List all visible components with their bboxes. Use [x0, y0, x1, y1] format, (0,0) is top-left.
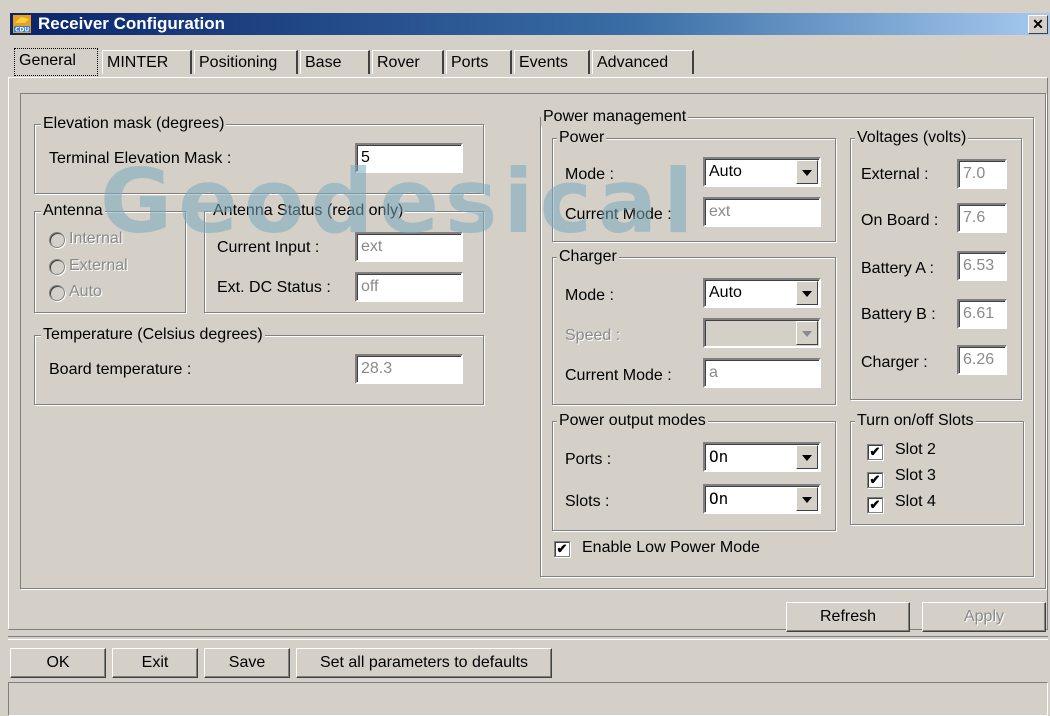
- antenna-internal-radio[interactable]: [49, 232, 65, 248]
- antenna-auto-label: Auto: [69, 283, 102, 300]
- separator: [8, 636, 1048, 640]
- power-group-label: Power: [557, 129, 607, 147]
- low-power-label: Enable Low Power Mode: [582, 539, 760, 556]
- voltage-external-label: External :: [861, 166, 929, 183]
- slots-group-label: Turn on/off Slots: [855, 412, 976, 430]
- chevron-down-icon[interactable]: [796, 281, 818, 305]
- temperature-group: Temperature (Celsius degrees) Board temp…: [34, 326, 484, 405]
- refresh-button[interactable]: Refresh: [786, 602, 910, 632]
- tab-ports[interactable]: Ports: [446, 50, 512, 74]
- slot-2-checkbox[interactable]: ✔: [867, 444, 883, 460]
- charger-speed-select[interactable]: [703, 318, 821, 348]
- charger-current-mode-field: a: [703, 358, 821, 388]
- power-management-label: Power management: [541, 108, 689, 126]
- ext-dc-status-field: off: [355, 272, 463, 302]
- tab-base[interactable]: Base: [300, 50, 370, 74]
- voltage-onboard-field: 7.6: [957, 203, 1007, 233]
- voltage-battery-a-field: 6.53: [957, 251, 1007, 281]
- voltage-external-field: 7.0: [957, 159, 1007, 189]
- exit-button[interactable]: Exit: [112, 648, 198, 678]
- elevation-group-label: Elevation mask (degrees): [41, 115, 227, 133]
- antenna-external-radio[interactable]: [49, 259, 65, 275]
- slots-label: Slots :: [565, 493, 610, 510]
- ports-select[interactable]: On: [703, 442, 821, 472]
- antenna-external-label: External: [69, 257, 128, 274]
- slots-value: On: [709, 489, 729, 508]
- power-mode-value: Auto: [709, 163, 742, 180]
- board-temperature-field: 28.3: [355, 354, 463, 384]
- low-power-checkbox[interactable]: ✔: [554, 541, 570, 557]
- tab-rover[interactable]: Rover: [372, 50, 444, 74]
- board-temperature-label: Board temperature :: [49, 361, 192, 378]
- slot-4-checkbox[interactable]: ✔: [867, 497, 883, 513]
- power-current-mode-field: ext: [703, 197, 821, 227]
- watermark-logo: Geodesical: [100, 150, 700, 253]
- antenna-group-label: Antenna: [41, 202, 105, 220]
- slots-select[interactable]: On: [703, 484, 821, 514]
- voltage-battery-b-field: 6.61: [957, 299, 1007, 329]
- chevron-down-icon[interactable]: [796, 321, 818, 345]
- slot-3-checkbox[interactable]: ✔: [867, 472, 883, 488]
- antenna-auto-radio[interactable]: [49, 285, 65, 301]
- charger-mode-select[interactable]: Auto: [703, 278, 821, 308]
- svg-text:CDU: CDU: [15, 27, 29, 34]
- slot-3-label: Slot 3: [895, 467, 936, 484]
- tab-minter[interactable]: MINTER: [102, 50, 192, 74]
- close-button[interactable]: ✕: [1028, 15, 1048, 34]
- defaults-button[interactable]: Set all parameters to defaults: [296, 648, 552, 678]
- power-mode-select[interactable]: Auto: [703, 157, 821, 187]
- voltage-charger-label: Charger :: [861, 354, 928, 371]
- voltages-group: Voltages (volts) External : 7.0 On Board…: [850, 129, 1022, 400]
- power-output-group-label: Power output modes: [557, 412, 708, 430]
- temperature-group-label: Temperature (Celsius degrees): [41, 326, 265, 344]
- chevron-down-icon[interactable]: [796, 487, 818, 511]
- tab-positioning[interactable]: Positioning: [194, 50, 298, 74]
- voltage-battery-b-label: Battery B :: [861, 306, 936, 323]
- charger-mode-label: Mode :: [565, 287, 614, 304]
- ok-button[interactable]: OK: [10, 648, 106, 678]
- ports-value: On: [709, 447, 729, 466]
- chevron-down-icon[interactable]: [796, 445, 818, 469]
- tab-advanced[interactable]: Advanced: [592, 50, 694, 74]
- status-bar: [8, 682, 1048, 716]
- chevron-down-icon[interactable]: [796, 160, 818, 184]
- cdu-app-icon: CDU: [13, 15, 31, 33]
- tab-general[interactable]: General: [14, 48, 98, 76]
- voltages-group-label: Voltages (volts): [855, 129, 969, 147]
- voltage-charger-field: 6.26: [957, 345, 1007, 375]
- apply-button[interactable]: Apply: [922, 602, 1046, 632]
- title-bar: CDU Receiver Configuration ✕: [10, 13, 1050, 35]
- charger-speed-label: Speed :: [565, 327, 621, 344]
- ext-dc-status-label: Ext. DC Status :: [217, 279, 331, 296]
- charger-current-mode-label: Current Mode :: [565, 367, 672, 384]
- ports-label: Ports :: [565, 451, 612, 468]
- window-title: Receiver Configuration: [38, 14, 226, 33]
- slot-4-label: Slot 4: [895, 493, 936, 510]
- power-output-group: Power output modes Ports : On Slots : On: [552, 412, 836, 531]
- save-button[interactable]: Save: [204, 648, 290, 678]
- voltage-onboard-label: On Board :: [861, 212, 939, 229]
- slots-group: Turn on/off Slots ✔ Slot 2 ✔ Slot 3 ✔ Sl…: [850, 412, 1024, 525]
- charger-group: Charger Mode : Auto Speed : Current Mode…: [552, 248, 836, 405]
- tab-events[interactable]: Events: [514, 50, 590, 74]
- voltage-battery-a-label: Battery A :: [861, 260, 934, 277]
- slot-2-label: Slot 2: [895, 441, 936, 458]
- charger-mode-value: Auto: [709, 284, 742, 301]
